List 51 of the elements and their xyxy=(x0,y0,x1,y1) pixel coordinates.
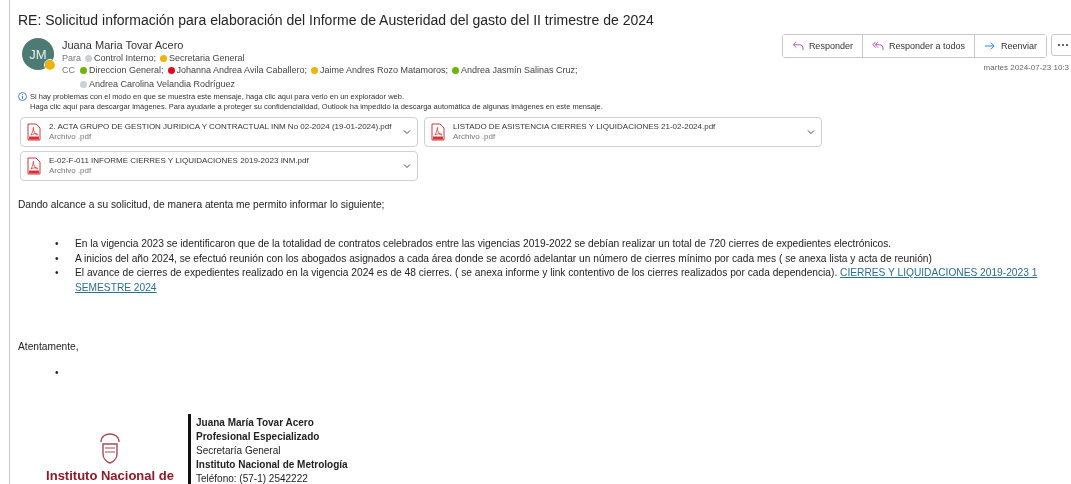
sender-name: Juana Maria Tovar Acero xyxy=(62,39,185,51)
recipient-name[interactable]: Jaime Andres Rozo Matamoros; xyxy=(319,65,449,75)
email-subject: RE: Solicitud información para elaboración del Informe de Austeridad del gasto del II trimestre de 2024 xyxy=(18,11,655,28)
bullet-marker: • xyxy=(55,366,60,380)
bullet-item: El avance de cierres de expedientes realizado en la vigencia 2024 es de 48 cierres. ( se anexa informe y link contentivo de los cierres realizados por cada dependencia). CIERRES Y LIQUIDACIONES 2019-2023 1 SEMESTRE 2024 xyxy=(75,266,1038,295)
to-label: Para xyxy=(62,53,81,63)
attachment-card[interactable]: LISTADO DE ASISTENCIA CIERRES Y LIQUIDACIONES 21-02-2024.pdf Archivo .pdf xyxy=(424,117,822,147)
signature-line: Juana María Tovar Acero xyxy=(196,415,315,430)
attachment-name: E-02-F-011 INFORME CIERRES Y LIQUIDACIONES 2019-2023 INM.pdf xyxy=(49,156,310,166)
reply-button[interactable]: Responder xyxy=(782,35,863,57)
attachment-card[interactable]: E-02-F-011 INFORME CIERRES Y LIQUIDACIONES 2019-2023 INM.pdf Archivo .pdf xyxy=(20,151,418,181)
info-icon xyxy=(18,92,27,101)
avatar-initials: JM xyxy=(29,46,47,62)
bullet-marker: • xyxy=(55,251,60,266)
reply-all-icon xyxy=(871,41,884,51)
document-link[interactable]: CIERRES Y LIQUIDACIONES 2019-2023 1 xyxy=(840,267,1038,278)
bullet-marker: • xyxy=(55,237,60,251)
chevron-down-icon[interactable] xyxy=(807,129,815,135)
chevron-down-icon[interactable] xyxy=(403,129,411,135)
bullet-item: A inicios del año 2024, se efectuó reunión con los abogados asignados a cada área donde se acordó adelantar un número de cierres mínimo por cada mes ( se anexa lista y acta de reunión) xyxy=(75,251,932,266)
document-link[interactable]: SEMESTRE 2024 xyxy=(75,281,157,293)
body-text: Dando alcance a su solicitud, de manera atenta me permito informar lo siguiente; xyxy=(18,199,386,210)
recipient-name[interactable]: Control Interno; xyxy=(94,53,157,63)
attachment-card[interactable]: 2. ACTA GRUPO DE GESTION JURIDICA Y CONTRACTUAL INM No 02-2024 (19-01-2024).pdf Archivo .pdf xyxy=(20,117,418,147)
more-button[interactable] xyxy=(1051,34,1071,56)
cc-label: CC xyxy=(62,65,76,75)
chevron-down-icon[interactable] xyxy=(403,163,411,169)
recipient-name[interactable]: Andrea Jasmín Salinas Cruz; xyxy=(461,65,578,75)
attachment-type: Archivo .pdf xyxy=(453,132,497,142)
bullet-marker: • xyxy=(55,266,60,280)
signature-line: Teléfono: (57-1) 2542222 xyxy=(196,471,309,484)
reply-icon xyxy=(791,41,804,51)
attachment-type: Archivo .pdf xyxy=(49,132,93,142)
recipient-name[interactable]: Direccion General; xyxy=(89,65,164,75)
signature-line: Profesional Especializado xyxy=(196,429,321,444)
attachment-name: 2. ACTA GRUPO DE GESTION JURIDICA Y CONTRACTUAL INM No 02-2024 (19-01-2024).pdf xyxy=(49,122,393,132)
recipient-name[interactable]: Andrea Carolina Velandia Rodríguez xyxy=(89,79,236,89)
forward-icon xyxy=(983,41,996,51)
recipient-name[interactable]: Johanna Andrea Avila Caballero; xyxy=(176,65,307,75)
sent-date: martes 2024-07-23 10:3 xyxy=(983,63,1069,72)
institution-logo-text: Instituto Nacional de xyxy=(46,467,174,483)
signature-line: Instituto Nacional de Metrología xyxy=(196,457,348,472)
closing-text: Atentamente, xyxy=(18,341,80,352)
attachment-name: LISTADO DE ASISTENCIA CIERRES Y LIQUIDACIONES 21-02-2024.pdf xyxy=(453,122,717,132)
recipient-name[interactable]: Secretaria General xyxy=(169,53,245,63)
signature-line: Secretaría General xyxy=(196,443,282,458)
bullet-item: En la vigencia 2023 se identificaron que de la totalidad de contratos celebrados entre las vigencias 2019-2022 se debían realizar un total de 720 cierres de expedientes electrónicos. xyxy=(75,237,892,251)
pdf-file-icon xyxy=(27,123,41,141)
pdf-file-icon xyxy=(27,157,41,175)
attachment-type: Archivo .pdf xyxy=(49,166,93,176)
pdf-file-icon xyxy=(431,123,445,141)
